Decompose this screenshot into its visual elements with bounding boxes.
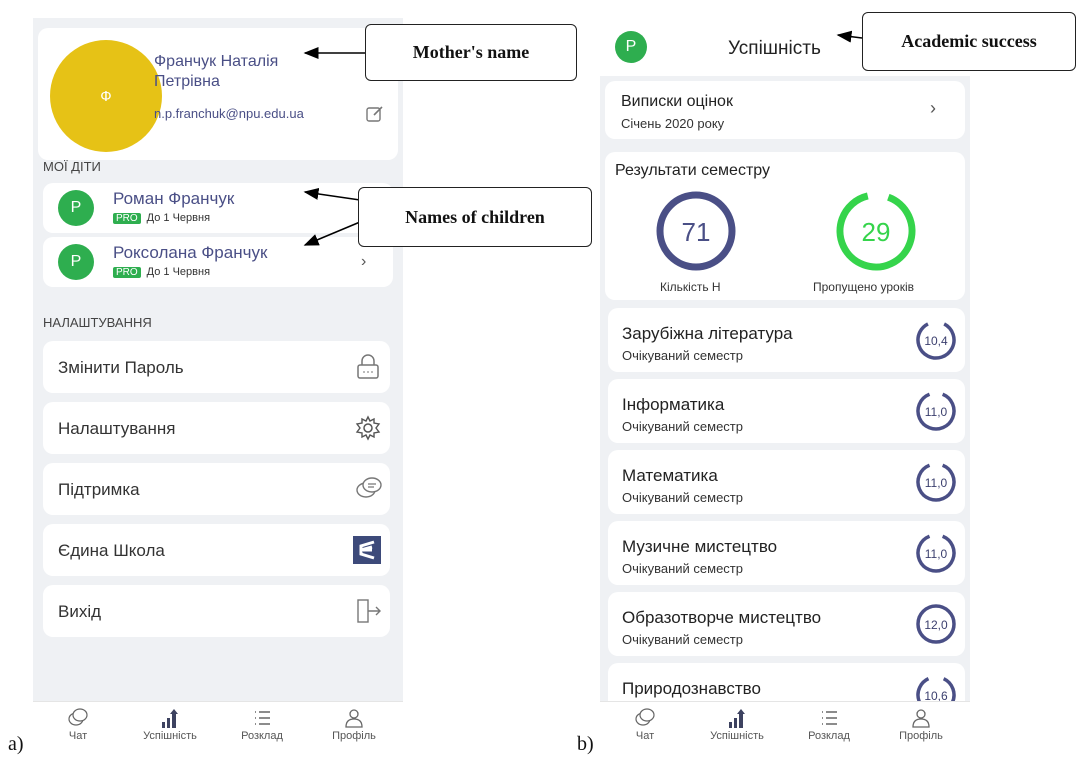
- callout-mother-name: Mother's name: [365, 24, 577, 81]
- panel-label-a: a): [8, 733, 24, 755]
- callout-children-names: Names of children: [358, 187, 592, 247]
- annotation-arrows: [303, 30, 863, 246]
- panel-label-b: b): [577, 733, 594, 755]
- arrow-to-child-1: [303, 188, 361, 201]
- arrow-to-child-2: [303, 221, 361, 246]
- arrow-to-academic-title: [836, 30, 863, 43]
- callout-academic-success: Academic success: [862, 12, 1076, 71]
